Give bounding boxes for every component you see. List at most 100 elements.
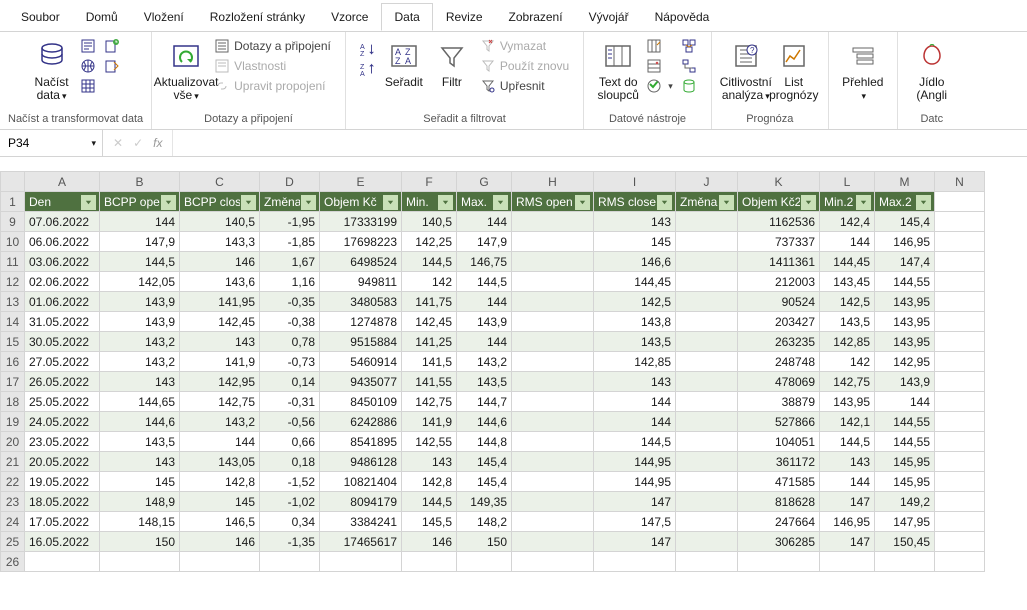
cell[interactable]: 143: [180, 332, 260, 352]
cell[interactable]: 142: [402, 272, 457, 292]
cell[interactable]: 145,4: [457, 452, 512, 472]
cell[interactable]: 146: [180, 252, 260, 272]
cell[interactable]: 144: [594, 392, 676, 412]
cell[interactable]: 143,05: [180, 452, 260, 472]
cell[interactable]: [512, 252, 594, 272]
table-header[interactable]: Změna: [260, 192, 320, 212]
cell[interactable]: 144,45: [820, 252, 875, 272]
filter-dropdown-icon[interactable]: [437, 194, 454, 211]
row-header[interactable]: 23: [1, 492, 25, 512]
cell[interactable]: 144,45: [594, 272, 676, 292]
cell[interactable]: 144,65: [100, 392, 180, 412]
sort-za-button[interactable]: ZA: [360, 62, 376, 78]
cell[interactable]: 06.06.2022: [25, 232, 100, 252]
table-header[interactable]: Min.2: [820, 192, 875, 212]
cell[interactable]: 144,5: [594, 432, 676, 452]
cell[interactable]: 1274878: [320, 312, 402, 332]
cell[interactable]: 143,9: [457, 312, 512, 332]
cell[interactable]: 144,7: [457, 392, 512, 412]
cell[interactable]: 3384241: [320, 512, 402, 532]
cell[interactable]: 1,67: [260, 252, 320, 272]
cell[interactable]: 01.06.2022: [25, 292, 100, 312]
cell[interactable]: 143: [402, 452, 457, 472]
cell[interactable]: [512, 212, 594, 232]
cell[interactable]: 6498524: [320, 252, 402, 272]
table-header[interactable]: Den: [25, 192, 100, 212]
cell[interactable]: [676, 232, 738, 252]
cell[interactable]: 5460914: [320, 352, 402, 372]
cell[interactable]: 143: [100, 452, 180, 472]
cell[interactable]: 146: [180, 532, 260, 552]
cell[interactable]: -1,02: [260, 492, 320, 512]
tab-vzorce[interactable]: Vzorce: [318, 3, 381, 31]
cell[interactable]: 18.05.2022: [25, 492, 100, 512]
cell[interactable]: 142,95: [875, 352, 935, 372]
col-header-F[interactable]: F: [402, 172, 457, 192]
cell[interactable]: 148,9: [100, 492, 180, 512]
table-header[interactable]: RMS close: [594, 192, 676, 212]
cell[interactable]: 247664: [738, 512, 820, 532]
cell[interactable]: 147,4: [875, 252, 935, 272]
cell[interactable]: 143,5: [820, 312, 875, 332]
cell[interactable]: 141,95: [180, 292, 260, 312]
cell[interactable]: [512, 492, 594, 512]
cell[interactable]: 737337: [738, 232, 820, 252]
cell[interactable]: 149,35: [457, 492, 512, 512]
cell[interactable]: 212003: [738, 272, 820, 292]
cell[interactable]: 144,55: [875, 272, 935, 292]
cell[interactable]: [676, 292, 738, 312]
cell[interactable]: [512, 352, 594, 372]
cell[interactable]: 144: [457, 212, 512, 232]
cell[interactable]: 144: [457, 332, 512, 352]
row-header[interactable]: 17: [1, 372, 25, 392]
cell[interactable]: 8094179: [320, 492, 402, 512]
cell[interactable]: 142,5: [820, 292, 875, 312]
cell[interactable]: 142,5: [594, 292, 676, 312]
cell[interactable]: 31.05.2022: [25, 312, 100, 332]
col-header-M[interactable]: M: [875, 172, 935, 192]
cell[interactable]: 8541895: [320, 432, 402, 452]
cell[interactable]: 144,5: [402, 252, 457, 272]
cell[interactable]: 143,2: [100, 332, 180, 352]
cell[interactable]: 148,2: [457, 512, 512, 532]
relationships-button[interactable]: [681, 58, 697, 74]
cell[interactable]: 1162536: [738, 212, 820, 232]
cell[interactable]: [512, 312, 594, 332]
cell[interactable]: 0,14: [260, 372, 320, 392]
cell[interactable]: [512, 232, 594, 252]
row-header[interactable]: 16: [1, 352, 25, 372]
row-header[interactable]: 13: [1, 292, 25, 312]
cell[interactable]: [676, 212, 738, 232]
name-box[interactable]: [6, 135, 60, 151]
cell[interactable]: 147,5: [594, 512, 676, 532]
cell[interactable]: 1411361: [738, 252, 820, 272]
cell[interactable]: [676, 352, 738, 372]
cell[interactable]: 144,6: [457, 412, 512, 432]
cell[interactable]: 143: [594, 372, 676, 392]
tab-zobrazení[interactable]: Zobrazení: [496, 3, 576, 31]
cell[interactable]: 142,85: [594, 352, 676, 372]
cell[interactable]: 150: [100, 532, 180, 552]
data-validation-button[interactable]: ▾: [646, 78, 673, 94]
filter-dropdown-icon[interactable]: [240, 194, 257, 211]
consolidate-button[interactable]: [681, 38, 697, 54]
cell[interactable]: [676, 392, 738, 412]
text-to-columns-button[interactable]: Text do sloupců: [594, 36, 642, 106]
cell[interactable]: 144,8: [457, 432, 512, 452]
filter-dropdown-icon[interactable]: [300, 194, 317, 211]
cell[interactable]: 143: [820, 452, 875, 472]
cell[interactable]: 143: [100, 372, 180, 392]
cell[interactable]: 143,5: [457, 372, 512, 392]
cell[interactable]: 144,55: [875, 432, 935, 452]
cell[interactable]: [512, 472, 594, 492]
table-header[interactable]: Max.: [457, 192, 512, 212]
filter-dropdown-icon[interactable]: [800, 194, 817, 211]
cell[interactable]: 527866: [738, 412, 820, 432]
cell[interactable]: 142,45: [402, 312, 457, 332]
cell[interactable]: 143,2: [100, 352, 180, 372]
get-data-button[interactable]: Načíst data▾: [28, 36, 76, 107]
food-datatype-button[interactable]: Jídlo (Angli: [908, 36, 956, 106]
cell[interactable]: [676, 412, 738, 432]
row-header[interactable]: 11: [1, 252, 25, 272]
cell[interactable]: 3480583: [320, 292, 402, 312]
